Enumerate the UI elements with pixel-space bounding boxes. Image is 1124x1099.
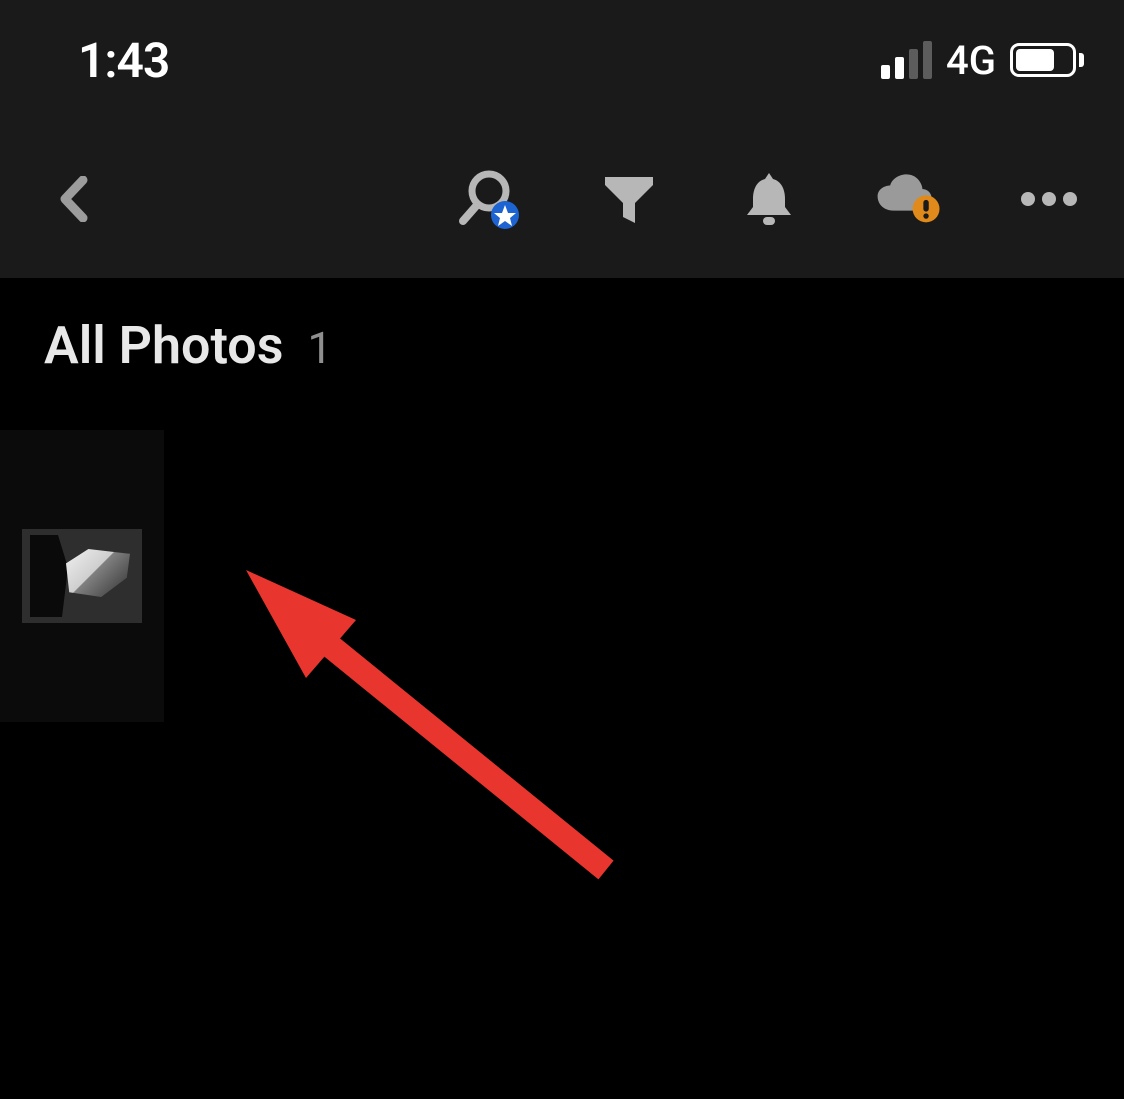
search-button[interactable]	[454, 171, 524, 227]
page-header: All Photos 1	[44, 315, 332, 376]
app-toolbar	[0, 120, 1124, 278]
back-chevron-icon	[59, 176, 89, 222]
more-menu-button[interactable]	[1014, 171, 1084, 227]
more-dots-icon	[1021, 192, 1077, 206]
filter-funnel-icon	[603, 173, 655, 225]
search-star-icon	[457, 169, 521, 229]
annotation-arrow	[246, 560, 626, 890]
status-time: 1:43	[78, 32, 169, 89]
battery-icon	[1010, 43, 1084, 77]
status-right: 4G	[881, 37, 1084, 84]
back-button[interactable]	[44, 169, 104, 229]
photo-thumbnail[interactable]	[0, 430, 164, 722]
notifications-button[interactable]	[734, 171, 804, 227]
photo-count: 1	[307, 322, 332, 374]
cloud-sync-button[interactable]	[874, 171, 944, 227]
page-title: All Photos	[44, 315, 283, 376]
signal-strength-icon	[881, 41, 932, 79]
cloud-alert-icon	[874, 170, 944, 228]
thumbnail-image	[22, 529, 142, 623]
photo-grid	[0, 430, 164, 722]
network-type-label: 4G	[946, 37, 996, 84]
toolbar-actions	[454, 171, 1084, 227]
bell-icon	[745, 171, 793, 227]
filter-button[interactable]	[594, 171, 664, 227]
status-bar: 1:43 4G	[0, 0, 1124, 120]
